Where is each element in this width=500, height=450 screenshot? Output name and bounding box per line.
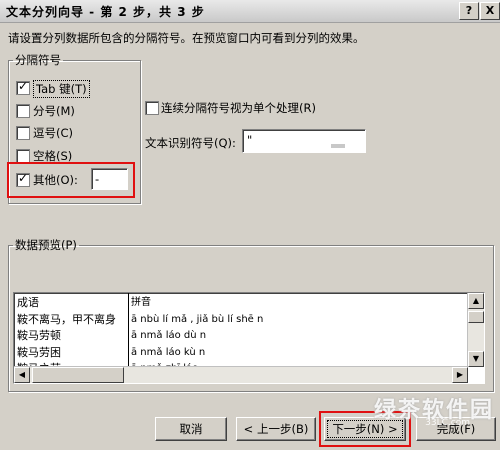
vertical-scrollbar[interactable]: ▲ ▼ [467,293,484,367]
space-checkbox[interactable] [16,149,30,163]
preview-cell: 成语 [17,296,39,309]
scroll-right-icon[interactable]: ▶ [452,367,468,383]
comma-label[interactable]: 逗号(C) [33,125,73,141]
consecutive-label[interactable]: 连续分隔符号视为单个处理(R) [161,100,316,116]
cancel-button[interactable]: 取消 [155,417,227,441]
preview-cell: 拼音 [131,297,151,308]
semicolon-label[interactable]: 分号(M) [33,103,75,119]
tab-label[interactable]: Tab 键(T) [33,80,90,98]
horizontal-scroll-thumb[interactable] [32,367,124,383]
instruction-text: 请设置分列数据所包含的分隔符号。在预览窗口内可看到分列的效果。 [8,31,365,45]
text-wizard-dialog: 文本分列向导 - 第 2 步，共 3 步 ? X 请设置分列数据所包含的分隔符号… [0,0,500,450]
consecutive-checkbox[interactable] [145,101,159,115]
highlight-other-box [7,162,135,198]
delimiters-legend: 分隔符号 [15,53,61,67]
data-preview-legend: 数据预览(P) [15,238,77,252]
back-button[interactable]: < 上一步(B) [236,417,316,441]
preview-cell: 鞍马劳困 [17,345,61,359]
vertical-scroll-thumb[interactable] [468,311,484,323]
scroll-down-icon[interactable]: ▼ [468,351,484,367]
title-bar: 文本分列向导 - 第 2 步，共 3 步 ? X [0,0,500,23]
checkmark-icon: ✓ [18,79,29,93]
tab-checkbox[interactable]: ✓ [16,79,30,95]
scroll-left-icon[interactable]: ◀ [14,367,30,383]
preview-table[interactable]: 成语 鞍不离马，甲不离身 鞍马劳顿 鞍马劳困 鞍马之劳 拼音 ā nbù lí … [13,292,485,384]
horizontal-scrollbar[interactable]: ◀ ▶ [14,366,468,383]
text-qualifier-label: 文本识别符号(Q): [145,136,236,150]
text-qualifier-select[interactable]: " [242,129,366,153]
semicolon-checkbox[interactable] [16,104,30,118]
window-title: 文本分列向导 - 第 2 步，共 3 步 [6,5,205,19]
preview-cell: ā nmǎ láo kù n [131,346,206,358]
scroll-up-icon[interactable]: ▲ [468,293,484,309]
preview-cell: ā nmǎ láo dù n [131,330,207,341]
preview-cell: 鞍不离马，甲不离身 [17,312,116,326]
preview-cell: 鞍马劳顿 [17,329,61,342]
comma-checkbox[interactable] [16,126,30,140]
text-qualifier-value: " [247,133,253,147]
dropdown-arrow-icon[interactable] [331,144,345,148]
preview-cell: ā nbù lí mǎ , jiǎ bù lí shē n [131,313,264,325]
help-button[interactable]: ? [459,2,479,20]
close-button[interactable]: X [480,2,500,20]
watermark-url: 33LC.com [425,418,470,428]
